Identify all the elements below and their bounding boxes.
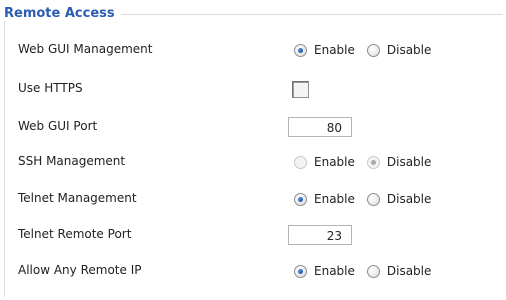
telnet-management-label: Telnet Management [18, 191, 137, 205]
ssh-management-enable-radio[interactable] [294, 155, 307, 169]
web-gui-management-enable-label[interactable]: Enable [314, 43, 355, 57]
web-gui-management-enable-radio[interactable] [294, 43, 307, 57]
row-telnet-remote-port: Telnet Remote Port 23 [0, 223, 506, 247]
web-gui-port-input[interactable]: 80 [288, 117, 352, 137]
row-web-gui-management: Web GUI Management Enable Disable [0, 38, 506, 62]
allow-any-remote-ip-label: Allow Any Remote IP [18, 263, 142, 277]
telnet-management-disable-label[interactable]: Disable [387, 192, 432, 206]
telnet-management-enable-radio[interactable] [294, 192, 307, 206]
row-telnet-management: Telnet Management Enable Disable [0, 187, 506, 211]
web-gui-port-label: Web GUI Port [18, 119, 98, 133]
allow-any-remote-ip-disable-label[interactable]: Disable [387, 264, 432, 278]
telnet-management-disable-radio[interactable] [366, 192, 380, 206]
ssh-management-disable-radio[interactable] [366, 155, 380, 169]
allow-any-remote-ip-options: Enable Disable [288, 259, 437, 283]
allow-any-remote-ip-enable-radio[interactable] [294, 264, 307, 278]
telnet-remote-port-label: Telnet Remote Port [18, 227, 132, 241]
allow-any-remote-ip-disable-radio[interactable] [366, 264, 380, 278]
web-gui-management-disable-label[interactable]: Disable [387, 43, 432, 57]
row-use-https: Use HTTPS [0, 77, 506, 101]
web-gui-port-control: 80 [288, 115, 352, 139]
ssh-management-label: SSH Management [18, 154, 126, 168]
ssh-management-enable-label[interactable]: Enable [314, 155, 355, 169]
ssh-management-options: Enable Disable [288, 150, 437, 174]
row-web-gui-port: Web GUI Port 80 [0, 115, 506, 139]
web-gui-management-label: Web GUI Management [18, 42, 153, 56]
ssh-management-disable-label[interactable]: Disable [387, 155, 432, 169]
web-gui-management-disable-radio[interactable] [366, 43, 380, 57]
use-https-label: Use HTTPS [18, 81, 83, 95]
web-gui-management-options: Enable Disable [288, 38, 437, 62]
use-https-control [288, 77, 309, 101]
row-ssh-management: SSH Management Enable Disable [0, 150, 506, 174]
row-allow-any-remote-ip: Allow Any Remote IP Enable Disable [0, 259, 506, 283]
section-title: Remote Access [4, 6, 121, 21]
allow-any-remote-ip-enable-label[interactable]: Enable [314, 264, 355, 278]
use-https-checkbox[interactable] [292, 80, 309, 98]
telnet-management-options: Enable Disable [288, 187, 437, 211]
telnet-management-enable-label[interactable]: Enable [314, 192, 355, 206]
telnet-remote-port-control: 23 [288, 223, 352, 247]
telnet-remote-port-input[interactable]: 23 [288, 225, 352, 245]
